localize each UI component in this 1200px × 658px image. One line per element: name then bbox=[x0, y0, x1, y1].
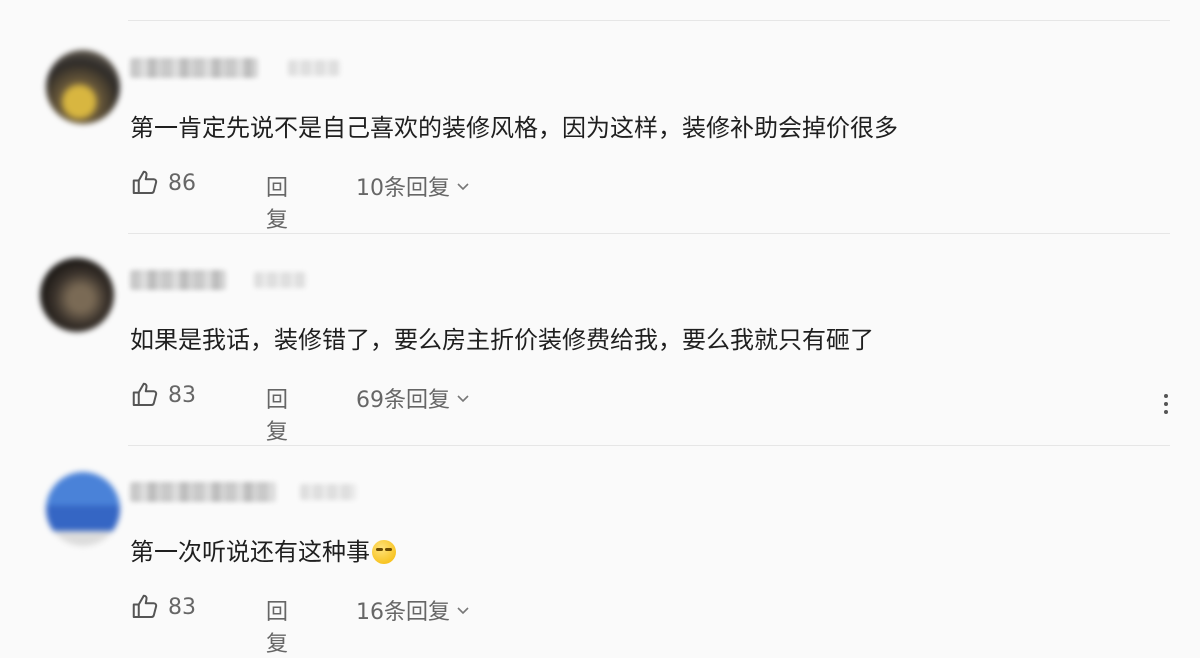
thumbs-up-icon bbox=[132, 594, 158, 618]
comment-item: 如果是我话，装修错了，要么房主折价装修费给我，要么我就只有砸了 83 回复 69… bbox=[0, 232, 1200, 446]
more-vertical-icon bbox=[1164, 394, 1168, 414]
like-button[interactable]: 83 bbox=[130, 380, 196, 410]
reply-button[interactable]: 回复 bbox=[266, 594, 288, 658]
username-blurred[interactable] bbox=[130, 482, 276, 502]
replies-count: 69条回复 bbox=[356, 388, 450, 413]
meta-blurred bbox=[254, 272, 306, 288]
reply-button[interactable]: 回复 bbox=[266, 382, 288, 446]
view-replies-button[interactable]: 10条回复 bbox=[356, 170, 470, 202]
more-options-button[interactable] bbox=[1156, 390, 1176, 418]
meta-blurred bbox=[300, 484, 356, 500]
like-count: 83 bbox=[168, 382, 196, 408]
like-button[interactable]: 83 bbox=[130, 592, 196, 622]
view-replies-button[interactable]: 69条回复 bbox=[356, 382, 470, 414]
reply-button[interactable]: 回复 bbox=[266, 170, 288, 234]
meta-blurred bbox=[288, 60, 340, 76]
username-blurred[interactable] bbox=[130, 58, 258, 78]
replies-count: 10条回复 bbox=[356, 176, 450, 201]
replies-count: 16条回复 bbox=[356, 600, 450, 625]
avatar[interactable] bbox=[46, 50, 120, 124]
comment-text-content: 第一次听说还有这种事 bbox=[130, 538, 370, 566]
comment-text: 第一肯定先说不是自己喜欢的装修风格，因为这样，装修补助会掉价很多 bbox=[130, 114, 898, 142]
view-replies-button[interactable]: 16条回复 bbox=[356, 594, 470, 626]
thumbs-up-icon bbox=[132, 382, 158, 406]
smirk-emoji-icon bbox=[372, 540, 396, 564]
avatar[interactable] bbox=[46, 472, 120, 546]
chevron-down-icon bbox=[457, 395, 469, 403]
avatar[interactable] bbox=[40, 258, 114, 332]
thumbs-up-icon bbox=[132, 170, 158, 194]
like-count: 83 bbox=[168, 594, 196, 620]
comment-text: 如果是我话，装修错了，要么房主折价装修费给我，要么我就只有砸了 bbox=[130, 326, 874, 354]
comment-item: 第一次听说还有这种事 83 回复 16条回复 bbox=[0, 444, 1200, 658]
chevron-down-icon bbox=[457, 183, 469, 191]
username-blurred[interactable] bbox=[130, 270, 226, 290]
like-count: 86 bbox=[168, 170, 196, 196]
chevron-down-icon bbox=[457, 607, 469, 615]
comment-text: 第一次听说还有这种事 bbox=[130, 536, 396, 568]
like-button[interactable]: 86 bbox=[130, 168, 196, 198]
comment-item: 第一肯定先说不是自己喜欢的装修风格，因为这样，装修补助会掉价很多 86 回复 1… bbox=[0, 20, 1200, 234]
